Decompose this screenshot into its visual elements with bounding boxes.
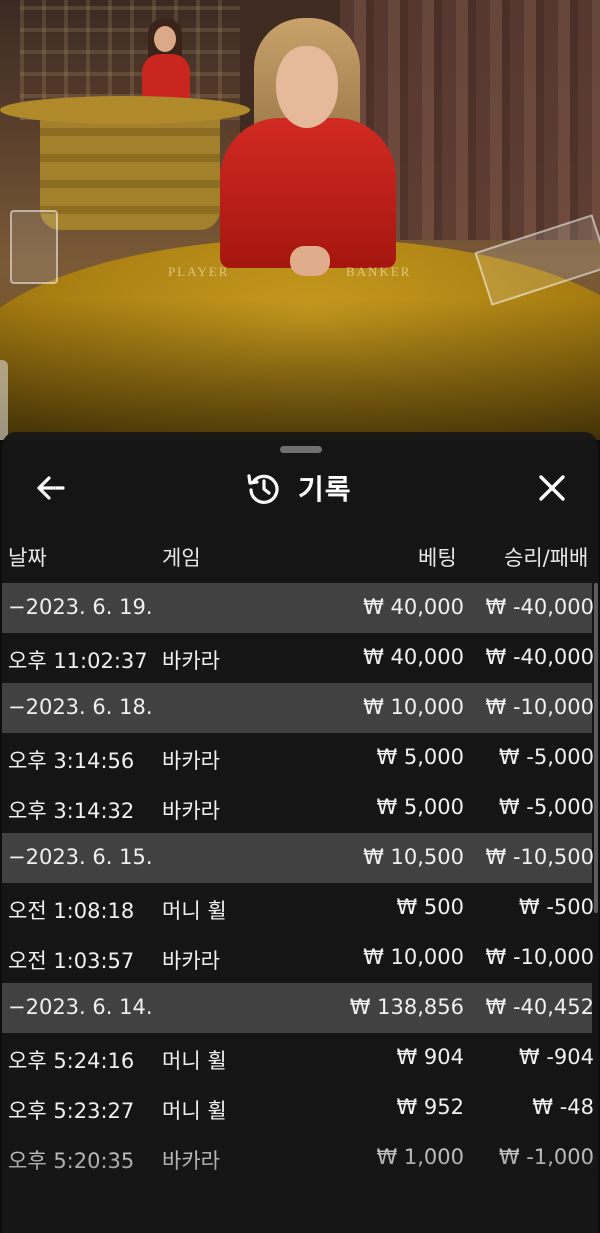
date-group-label: −2023. 6. 19. xyxy=(8,595,153,619)
card-discard-tray xyxy=(10,210,58,284)
sheet-title-group: 기록 xyxy=(246,470,352,506)
table-label-player: PLAYER xyxy=(168,264,230,279)
date-group-row[interactable]: −2023. 6. 18. ₩ 10,000 ₩ -10,000 xyxy=(2,683,595,733)
date-group-label: −2023. 6. 18. xyxy=(8,695,153,719)
history-sheet: 기록 날짜 게임 베팅 승리/패배 −2023. 6. 19. ₩ 40,000 ₩… xyxy=(2,432,598,1233)
row-result: ₩ -5,000 xyxy=(498,795,594,819)
history-row[interactable]: 오후 3:14:32 바카라 ₩ 5,000 ₩ -5,000 xyxy=(2,783,594,833)
row-game: 바카라 xyxy=(162,649,220,673)
sheet-header: 기록 xyxy=(2,462,598,514)
background-table-top xyxy=(0,96,250,124)
row-bet: ₩ 952 xyxy=(396,1095,464,1119)
row-time: 오전 1:08:18 xyxy=(8,899,135,923)
date-group-row[interactable]: −2023. 6. 19. ₩ 40,000 ₩ -40,000 xyxy=(2,583,595,633)
row-result: ₩ -10,000 xyxy=(485,695,595,719)
page-title: 기록 xyxy=(298,473,352,506)
date-group-row[interactable]: −2023. 6. 14. ₩ 138,856 ₩ -40,452 xyxy=(2,983,595,1033)
arrow-left-icon xyxy=(37,476,65,500)
scrollbar[interactable] xyxy=(594,583,598,913)
history-row[interactable]: 오후 3:14:56 바카라 ₩ 5,000 ₩ -5,000 xyxy=(2,733,594,783)
row-bet: ₩ 10,500 xyxy=(363,845,464,869)
row-bet: ₩ 10,000 xyxy=(363,945,464,969)
table-label-banker: BANKER xyxy=(346,264,412,279)
row-game: 바카라 xyxy=(162,749,220,773)
history-row[interactable]: 오후 5:20:35 바카라 ₩ 1,000 ₩ -1,000 xyxy=(2,1133,594,1183)
sheet-grab-handle[interactable] xyxy=(280,446,322,453)
row-bet: ₩ 500 xyxy=(396,895,464,919)
history-row[interactable]: 오후 5:23:27 머니 휠 ₩ 952 ₩ -48 xyxy=(2,1083,594,1133)
history-row[interactable]: 오전 1:08:18 머니 휠 ₩ 500 ₩ -500 xyxy=(2,883,594,933)
column-header-bet: 베팅 xyxy=(418,546,457,570)
row-result: ₩ -904 xyxy=(518,1045,594,1069)
row-game: 바카라 xyxy=(162,799,220,823)
background-dealer xyxy=(138,18,194,100)
row-game: 머니 휠 xyxy=(162,899,227,923)
history-list: −2023. 6. 19. ₩ 40,000 ₩ -40,000 오후 11:02:3… xyxy=(2,583,598,1183)
row-bet: ₩ 40,000 xyxy=(363,645,464,669)
scene-shade xyxy=(0,300,600,440)
row-result: ₩ -500 xyxy=(518,895,594,919)
date-group-label: −2023. 6. 14. xyxy=(8,995,153,1019)
row-time: 오전 1:03:57 xyxy=(8,949,135,973)
row-game: 머니 휠 xyxy=(162,1099,227,1123)
row-bet: ₩ 5,000 xyxy=(376,795,464,819)
row-result: ₩ -40,452 xyxy=(485,995,595,1019)
side-drawer-handle[interactable] xyxy=(0,360,8,440)
live-video-background: PLAYER BANKER xyxy=(0,0,600,440)
column-headers: 날짜 게임 베팅 승리/패배 xyxy=(2,542,598,572)
date-group-label: −2023. 6. 15. xyxy=(8,845,153,869)
row-result: ₩ -10,000 xyxy=(485,945,595,969)
row-result: ₩ -40,000 xyxy=(485,595,595,619)
back-button[interactable] xyxy=(30,472,70,504)
row-result: ₩ -48 xyxy=(532,1095,594,1119)
row-time: 오후 3:14:56 xyxy=(8,749,135,773)
row-time: 오후 5:24:16 xyxy=(8,1049,135,1073)
row-bet: ₩ 10,000 xyxy=(363,695,464,719)
row-result: ₩ -10,500 xyxy=(485,845,595,869)
history-row[interactable]: 오전 1:03:57 바카라 ₩ 10,000 ₩ -10,000 xyxy=(2,933,595,983)
row-bet: ₩ 40,000 xyxy=(363,595,464,619)
row-bet: ₩ 138,856 xyxy=(349,995,464,1019)
row-game: 머니 휠 xyxy=(162,1049,227,1073)
row-bet: ₩ 5,000 xyxy=(376,745,464,769)
column-header-date: 날짜 xyxy=(8,546,47,570)
row-time: 오후 5:23:27 xyxy=(8,1099,135,1123)
row-time: 오후 11:02:37 xyxy=(8,649,148,673)
row-result: ₩ -5,000 xyxy=(498,745,594,769)
column-header-game: 게임 xyxy=(162,546,201,570)
row-time: 오후 3:14:32 xyxy=(8,799,135,823)
column-header-result: 승리/패배 xyxy=(504,546,589,570)
row-game: 바카라 xyxy=(162,1149,220,1173)
row-result: ₩ -1,000 xyxy=(498,1145,594,1169)
dealer xyxy=(214,18,400,280)
close-icon xyxy=(539,475,565,501)
row-time: 오후 5:20:35 xyxy=(8,1149,135,1173)
history-row[interactable]: 오후 11:02:37 바카라 ₩ 40,000 ₩ -40,000 xyxy=(2,633,595,683)
close-button[interactable] xyxy=(532,470,572,506)
row-bet: ₩ 904 xyxy=(396,1045,464,1069)
background-table-base xyxy=(40,110,220,230)
row-game: 바카라 xyxy=(162,949,220,973)
history-clock-icon xyxy=(247,474,279,504)
history-row[interactable]: 오후 5:24:16 머니 휠 ₩ 904 ₩ -904 xyxy=(2,1033,594,1083)
date-group-row[interactable]: −2023. 6. 15. ₩ 10,500 ₩ -10,500 xyxy=(2,833,595,883)
row-result: ₩ -40,000 xyxy=(485,645,595,669)
row-bet: ₩ 1,000 xyxy=(376,1145,464,1169)
